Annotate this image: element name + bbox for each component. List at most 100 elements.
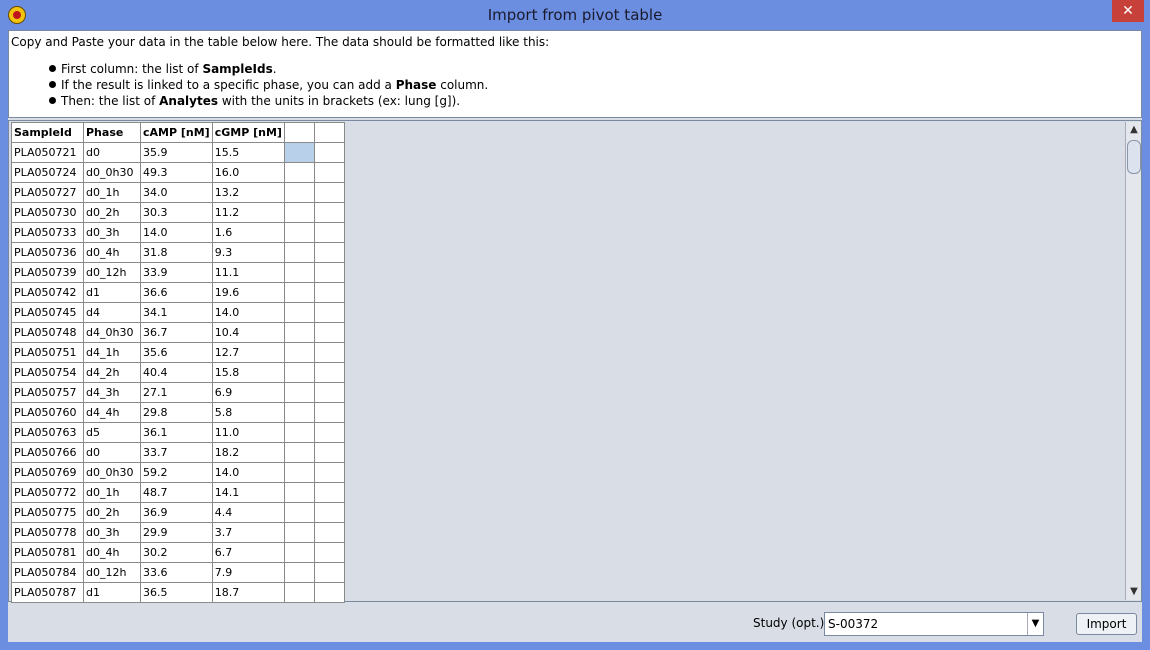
table-cell[interactable]: 34.1 (140, 302, 213, 323)
title-bar[interactable]: Import from pivot table ✕ (0, 0, 1150, 30)
table-cell[interactable] (283, 522, 315, 543)
table-row[interactable]: PLA050781 d0_4h 30.2 6.7 (11, 542, 345, 563)
table-cell[interactable]: d0_3h (83, 222, 141, 243)
table-row[interactable]: PLA050733 d0_3h 14.0 1.6 (11, 222, 345, 243)
table-cell[interactable]: 13.2 (211, 182, 285, 203)
table-cell[interactable]: 27.1 (140, 382, 213, 403)
table-cell[interactable]: 33.7 (140, 442, 213, 463)
chevron-down-icon[interactable]: ▼ (1027, 613, 1043, 635)
table-cell[interactable]: PLA050787 (11, 582, 84, 603)
table-cell[interactable]: 48.7 (140, 482, 213, 503)
scroll-up-arrow-icon[interactable]: ▲ (1126, 122, 1142, 138)
table-cell[interactable]: d4 (83, 302, 141, 323)
table-cell[interactable] (313, 142, 345, 163)
table-cell[interactable] (313, 582, 345, 603)
table-row[interactable]: PLA050739 d0_12h 33.9 11.1 (11, 262, 345, 283)
table-cell[interactable] (313, 462, 345, 483)
table-cell[interactable]: PLA050727 (11, 182, 84, 203)
table-cell[interactable] (313, 322, 345, 343)
table-row[interactable]: PLA050775 d0_2h 36.9 4.4 (11, 502, 345, 523)
table-cell[interactable] (283, 142, 315, 163)
table-cell[interactable]: 14.0 (211, 302, 285, 323)
table-cell[interactable] (313, 442, 345, 463)
table-cell[interactable]: 33.9 (140, 262, 213, 283)
table-cell[interactable]: d4_2h (83, 362, 141, 383)
table-cell[interactable]: 9.3 (211, 242, 285, 263)
table-cell[interactable]: d0_3h (83, 522, 141, 543)
table-cell[interactable] (313, 342, 345, 363)
table-cell[interactable] (283, 442, 315, 463)
table-cell[interactable]: 34.0 (140, 182, 213, 203)
table-cell[interactable]: 15.5 (211, 142, 285, 163)
table-cell[interactable]: d0_2h (83, 202, 141, 223)
table-cell[interactable]: PLA050724 (11, 162, 84, 183)
table-cell[interactable] (283, 482, 315, 503)
table-cell[interactable] (313, 542, 345, 563)
table-cell[interactable] (313, 402, 345, 423)
table-cell[interactable]: 12.7 (211, 342, 285, 363)
table-row[interactable]: PLA050766 d0 33.7 18.2 (11, 442, 345, 463)
table-cell[interactable]: d1 (83, 582, 141, 603)
table-cell[interactable]: PLA050742 (11, 282, 84, 303)
table-cell[interactable]: 4.4 (211, 502, 285, 523)
table-cell[interactable] (313, 182, 345, 203)
table-row[interactable]: PLA050745 d4 34.1 14.0 (11, 302, 345, 323)
table-cell[interactable]: PLA050766 (11, 442, 84, 463)
table-cell[interactable]: d4_4h (83, 402, 141, 423)
table-row[interactable]: PLA050760 d4_4h 29.8 5.8 (11, 402, 345, 423)
table-cell[interactable]: PLA050772 (11, 482, 84, 503)
table-cell[interactable]: d1 (83, 282, 141, 303)
table-cell[interactable] (283, 562, 315, 583)
table-row[interactable]: PLA050721 d0 35.9 15.5 (11, 142, 345, 163)
table-cell[interactable] (313, 302, 345, 323)
table-cell[interactable] (283, 582, 315, 603)
table-cell[interactable] (283, 242, 315, 263)
scroll-thumb[interactable] (1127, 140, 1141, 174)
table-cell[interactable]: 36.6 (140, 282, 213, 303)
table-row[interactable]: PLA050757 d4_3h 27.1 6.9 (11, 382, 345, 403)
table-cell[interactable]: d0_12h (83, 562, 141, 583)
table-cell[interactable]: PLA050763 (11, 422, 84, 443)
table-cell[interactable]: PLA050778 (11, 522, 84, 543)
table-cell[interactable]: PLA050760 (11, 402, 84, 423)
table-row[interactable]: PLA050724 d0_0h30 49.3 16.0 (11, 162, 345, 183)
table-cell[interactable]: d0_2h (83, 502, 141, 523)
table-cell[interactable]: 11.2 (211, 202, 285, 223)
study-combobox[interactable]: S-00372 ▼ (824, 612, 1044, 636)
table-cell[interactable] (313, 422, 345, 443)
table-row[interactable]: PLA050769 d0_0h30 59.2 14.0 (11, 462, 345, 483)
table-cell[interactable]: d4_3h (83, 382, 141, 403)
table-cell[interactable] (313, 222, 345, 243)
table-row[interactable]: PLA050754 d4_2h 40.4 15.8 (11, 362, 345, 383)
table-cell[interactable]: d4_0h30 (83, 322, 141, 343)
table-cell[interactable] (313, 382, 345, 403)
table-cell[interactable] (283, 362, 315, 383)
table-cell[interactable]: 29.8 (140, 402, 213, 423)
table-row[interactable]: PLA050730 d0_2h 30.3 11.2 (11, 202, 345, 223)
table-cell[interactable]: 14.0 (211, 462, 285, 483)
table-cell[interactable]: PLA050748 (11, 322, 84, 343)
table-cell[interactable] (313, 242, 345, 263)
table-cell[interactable] (283, 542, 315, 563)
table-cell[interactable]: 19.6 (211, 282, 285, 303)
table-cell[interactable]: 7.9 (211, 562, 285, 583)
table-cell[interactable] (313, 502, 345, 523)
table-row[interactable]: PLA050772 d0_1h 48.7 14.1 (11, 482, 345, 503)
table-cell[interactable]: 6.9 (211, 382, 285, 403)
table-row[interactable]: PLA050727 d0_1h 34.0 13.2 (11, 182, 345, 203)
table-cell[interactable]: PLA050733 (11, 222, 84, 243)
close-button[interactable]: ✕ (1112, 0, 1144, 22)
table-row[interactable]: PLA050784 d0_12h 33.6 7.9 (11, 562, 345, 583)
scroll-down-arrow-icon[interactable]: ▼ (1126, 584, 1142, 600)
table-cell[interactable] (313, 482, 345, 503)
table-cell[interactable]: d5 (83, 422, 141, 443)
table-cell[interactable]: 11.0 (211, 422, 285, 443)
column-header[interactable] (313, 122, 345, 143)
table-cell[interactable]: d0 (83, 142, 141, 163)
table-cell[interactable]: d0_4h (83, 242, 141, 263)
column-header[interactable]: cGMP [nM] (211, 122, 285, 143)
column-header[interactable]: SampleId (11, 122, 84, 143)
table-cell[interactable]: PLA050757 (11, 382, 84, 403)
table-cell[interactable]: d0 (83, 442, 141, 463)
table-cell[interactable]: PLA050781 (11, 542, 84, 563)
